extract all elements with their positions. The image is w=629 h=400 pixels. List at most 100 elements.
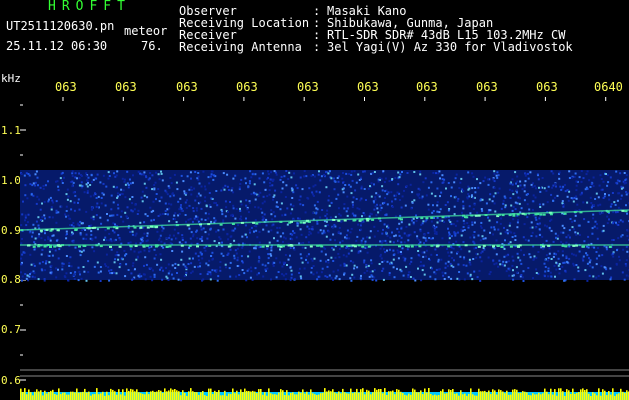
- amplitude-bar: [164, 388, 166, 400]
- noise-speckle: [172, 234, 175, 237]
- noise-speckle: [484, 237, 487, 240]
- amplitude-bar: [56, 394, 58, 400]
- signal-speckle: [95, 244, 99, 247]
- noise-speckle: [586, 187, 589, 190]
- noise-speckle: [469, 273, 472, 276]
- noise-speckle: [403, 241, 406, 244]
- noise-speckle: [119, 264, 122, 266]
- noise-speckle: [270, 246, 273, 249]
- signal-speckle: [118, 245, 122, 248]
- noise-speckle: [67, 195, 70, 198]
- noise-speckle: [71, 175, 74, 177]
- noise-speckle: [141, 239, 144, 242]
- noise-speckle: [473, 231, 476, 233]
- noise-speckle: [259, 191, 262, 194]
- noise-speckle: [216, 279, 219, 282]
- noise-speckle: [62, 262, 65, 265]
- noise-speckle: [120, 257, 123, 260]
- noise-speckle: [487, 211, 490, 214]
- noise-speckle: [113, 261, 116, 264]
- signal-speckle: [359, 218, 363, 221]
- noise-speckle: [407, 275, 410, 278]
- noise-speckle: [451, 257, 454, 259]
- noise-speckle: [47, 180, 49, 183]
- noise-speckle: [462, 226, 465, 228]
- noise-speckle: [243, 272, 246, 275]
- signal-speckle: [398, 217, 402, 220]
- noise-speckle: [253, 230, 255, 233]
- noise-speckle: [425, 239, 428, 242]
- noise-speckle: [213, 217, 216, 220]
- noise-speckle: [333, 180, 336, 183]
- noise-speckle: [173, 214, 176, 217]
- noise-speckle: [204, 212, 207, 215]
- noise-speckle: [362, 237, 365, 240]
- noise-speckle: [488, 273, 491, 276]
- amplitude-bar: [592, 392, 594, 400]
- amplitude-bar: [462, 394, 464, 400]
- noise-speckle: [373, 276, 376, 279]
- amplitude-bar: [420, 390, 422, 400]
- noise-speckle: [29, 273, 31, 275]
- amplitude-bar: [138, 392, 140, 400]
- noise-speckle: [113, 172, 115, 175]
- noise-speckle: [533, 255, 536, 258]
- noise-speckle: [481, 250, 484, 253]
- noise-speckle: [384, 177, 387, 180]
- noise-speckle: [484, 176, 487, 179]
- noise-speckle: [288, 171, 291, 174]
- noise-speckle: [323, 231, 326, 234]
- noise-speckle: [261, 211, 264, 214]
- noise-speckle: [82, 237, 85, 240]
- noise-speckle: [21, 213, 24, 216]
- noise-speckle: [90, 224, 93, 227]
- noise-speckle: [35, 202, 38, 205]
- noise-speckle: [520, 262, 523, 265]
- noise-speckle: [448, 237, 451, 240]
- noise-speckle: [391, 206, 394, 208]
- noise-speckle: [512, 193, 515, 196]
- noise-speckle: [107, 171, 110, 174]
- noise-speckle: [359, 199, 362, 202]
- noise-speckle: [50, 206, 53, 209]
- noise-speckle: [293, 232, 296, 234]
- noise-speckle: [386, 249, 388, 252]
- noise-speckle: [471, 223, 474, 226]
- noise-speckle: [602, 229, 605, 232]
- noise-speckle: [381, 261, 384, 263]
- noise-speckle: [174, 212, 177, 215]
- noise-speckle: [182, 263, 185, 266]
- noise-speckle: [158, 237, 161, 240]
- amplitude-bar: [334, 392, 336, 400]
- noise-speckle: [377, 230, 379, 232]
- noise-speckle: [558, 171, 561, 174]
- noise-speckle: [381, 185, 384, 188]
- noise-speckle: [279, 261, 281, 264]
- signal-speckle: [406, 245, 410, 248]
- noise-speckle: [425, 249, 428, 252]
- amplitude-bar: [570, 394, 572, 400]
- noise-speckle: [323, 173, 325, 176]
- noise-speckle: [32, 194, 35, 197]
- noise-speckle: [400, 221, 403, 224]
- noise-speckle: [320, 271, 323, 274]
- noise-speckle: [580, 170, 583, 173]
- noise-speckle: [430, 267, 433, 270]
- noise-speckle: [481, 209, 484, 212]
- noise-speckle: [302, 204, 305, 207]
- noise-speckle: [27, 213, 30, 216]
- noise-speckle: [550, 275, 553, 278]
- x-tick-label: 063: [536, 80, 558, 94]
- noise-speckle: [69, 272, 72, 274]
- noise-speckle: [544, 270, 547, 273]
- noise-speckle: [361, 215, 363, 218]
- noise-speckle: [388, 180, 391, 183]
- noise-speckle: [571, 220, 574, 223]
- noise-speckle: [143, 264, 145, 267]
- noise-speckle: [110, 194, 113, 197]
- noise-speckle: [502, 260, 505, 263]
- amplitude-bar: [34, 391, 36, 400]
- amplitude-bar: [550, 388, 552, 400]
- y-tick-label: 0.9: [1, 224, 21, 237]
- noise-speckle: [510, 204, 513, 207]
